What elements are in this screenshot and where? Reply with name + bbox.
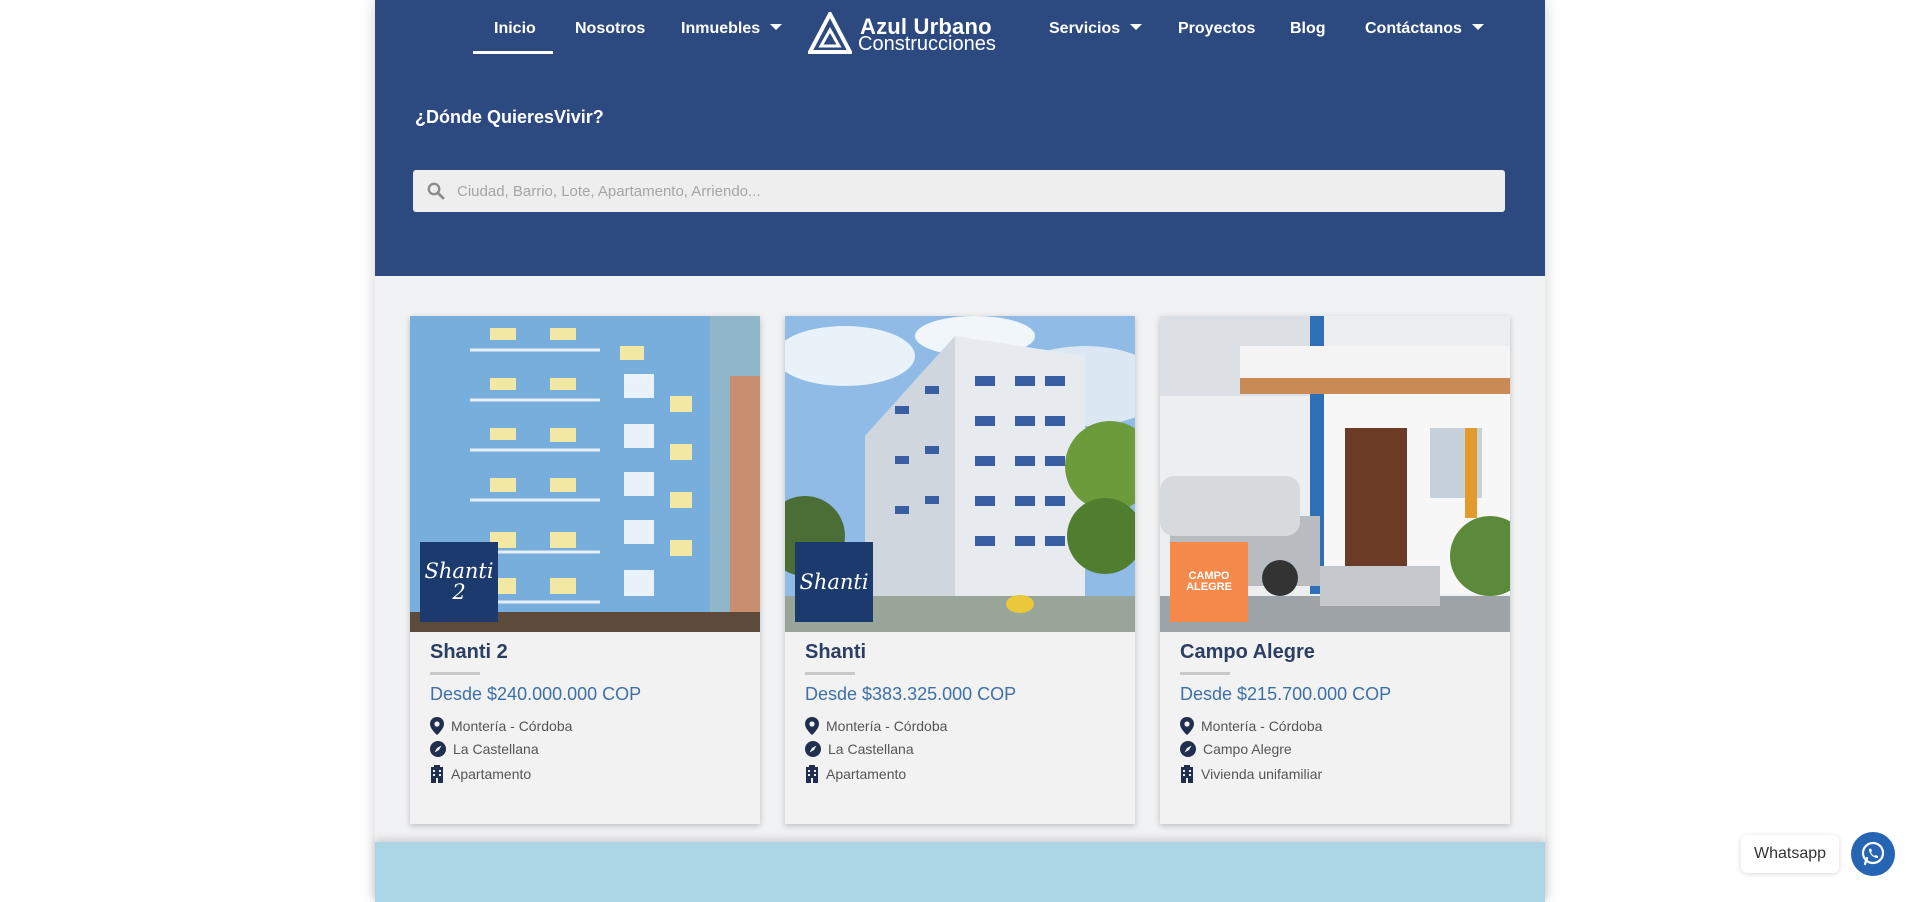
- nav-item-servicios[interactable]: Servicios: [1049, 20, 1143, 38]
- title-divider: [805, 672, 855, 675]
- nav-item-nosotros[interactable]: Nosotros: [575, 20, 645, 38]
- city-text: Montería - Córdoba: [826, 718, 948, 734]
- city-text: Montería - Córdoba: [1201, 718, 1323, 734]
- nav-item-inmuebles[interactable]: Inmuebles: [681, 20, 783, 38]
- compass-icon: [805, 741, 821, 757]
- main-nav: Inicio Nosotros Inmuebles Azul Urbano Co…: [375, 0, 1545, 58]
- meta-type: Apartamento: [805, 765, 906, 783]
- nav-label: Nosotros: [575, 20, 646, 37]
- building-icon: [1181, 765, 1193, 783]
- meta-city: Montería - Córdoba: [430, 717, 572, 735]
- whatsapp-icon: [1861, 841, 1885, 866]
- search-input[interactable]: [457, 170, 1487, 212]
- property-image[interactable]: Shanti 2: [410, 316, 760, 632]
- nav-item-proyectos[interactable]: Proyectos: [1178, 20, 1255, 38]
- meta-city: Montería - Córdoba: [1180, 717, 1322, 735]
- property-card[interactable]: Shanti 2 Shanti 2 Desde $240.000.000 COP…: [410, 316, 760, 824]
- type-text: Apartamento: [826, 766, 907, 782]
- property-title[interactable]: Shanti 2: [430, 641, 508, 664]
- map-pin-icon: [805, 717, 819, 735]
- meta-neighborhood: La Castellana: [430, 741, 539, 757]
- property-price: Desde $240.000.000 COP: [430, 684, 642, 704]
- nav-label: Inmuebles: [681, 20, 761, 37]
- next-section-band: [375, 842, 1545, 902]
- compass-icon: [1180, 741, 1196, 757]
- property-title[interactable]: Shanti: [805, 641, 866, 664]
- map-pin-icon: [430, 717, 444, 735]
- active-nav-indicator: [473, 51, 553, 54]
- neighborhood-text: La Castellana: [453, 741, 539, 757]
- chevron-down-icon: [1471, 23, 1484, 30]
- project-logo-badge: Shanti 2: [420, 542, 498, 622]
- map-pin-icon: [1180, 717, 1194, 735]
- chevron-down-icon: [1130, 23, 1143, 30]
- logo[interactable]: Azul Urbano Construcciones: [806, 9, 998, 55]
- type-text: Vivienda unifamiliar: [1201, 766, 1323, 782]
- meta-type: Vivienda unifamiliar: [1180, 765, 1322, 783]
- search-icon: [427, 182, 445, 200]
- nav-item-blog[interactable]: Blog: [1290, 20, 1326, 38]
- meta-city: Montería - Córdoba: [805, 717, 947, 735]
- logo-subtitle: Construcciones: [858, 33, 996, 55]
- chevron-down-icon: [770, 23, 783, 30]
- meta-type: Apartamento: [430, 765, 531, 783]
- meta-neighborhood: Campo Alegre: [1180, 741, 1292, 757]
- nav-item-contactanos[interactable]: Contáctanos: [1365, 20, 1484, 38]
- property-title[interactable]: Campo Alegre: [1180, 641, 1315, 664]
- property-image[interactable]: CAMPO ALEGRE: [1160, 316, 1510, 632]
- hero-question: ¿Dónde QuieresVivir?: [415, 107, 604, 127]
- title-divider: [1180, 672, 1230, 675]
- property-price: Desde $383.325.000 COP: [805, 684, 1017, 704]
- project-logo-badge: Shanti: [795, 542, 873, 622]
- meta-neighborhood: La Castellana: [805, 741, 914, 757]
- nav-label: Proyectos: [1178, 20, 1256, 37]
- nav-item-inicio[interactable]: Inicio: [494, 20, 536, 38]
- whatsapp-button[interactable]: [1851, 832, 1895, 876]
- nav-label: Servicios: [1049, 20, 1121, 37]
- neighborhood-text: Campo Alegre: [1203, 741, 1292, 757]
- city-text: Montería - Córdoba: [451, 718, 573, 734]
- type-text: Apartamento: [451, 766, 532, 782]
- nav-label: Blog: [1290, 20, 1326, 37]
- property-image[interactable]: Shanti: [785, 316, 1135, 632]
- property-price: Desde $215.700.000 COP: [1180, 684, 1392, 704]
- property-card[interactable]: CAMPO ALEGRE Campo Alegre Desde $215.700…: [1160, 316, 1510, 824]
- whatsapp-label[interactable]: Whatsapp: [1741, 835, 1839, 873]
- neighborhood-text: La Castellana: [828, 741, 914, 757]
- nav-label: Contáctanos: [1365, 20, 1462, 37]
- title-divider: [430, 672, 480, 675]
- logo-mark-icon: [806, 9, 854, 54]
- nav-label: Inicio: [494, 20, 536, 37]
- building-icon: [431, 765, 443, 783]
- project-logo-badge: CAMPO ALEGRE: [1170, 542, 1248, 622]
- property-card[interactable]: Shanti Shanti Desde $383.325.000 COP Mon…: [785, 316, 1135, 824]
- hero-section: Inicio Nosotros Inmuebles Azul Urbano Co…: [375, 0, 1545, 276]
- page-container: Inicio Nosotros Inmuebles Azul Urbano Co…: [375, 0, 1545, 902]
- search-bar[interactable]: [413, 170, 1505, 212]
- building-icon: [806, 765, 818, 783]
- compass-icon: [430, 741, 446, 757]
